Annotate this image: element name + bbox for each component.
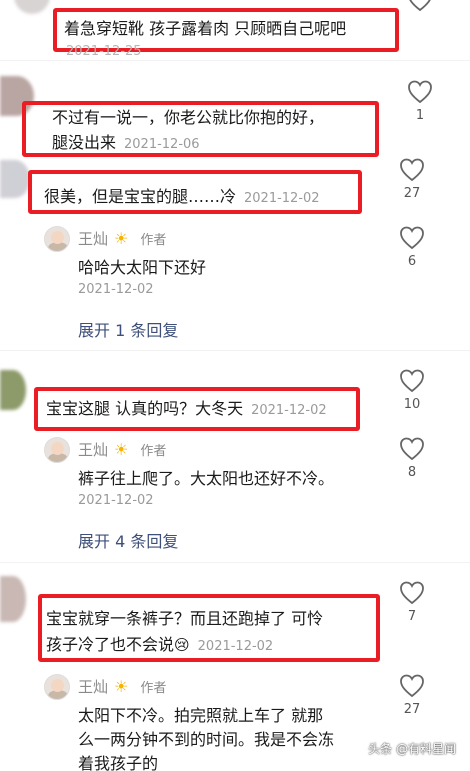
heart-icon — [409, 0, 431, 12]
heart-icon — [400, 158, 424, 182]
like-button[interactable]: 10 — [392, 369, 432, 412]
watermark: 头条 @有料星闻 — [368, 742, 456, 756]
author-avatar[interactable] — [44, 226, 70, 252]
comment-text: 很美，但是宝宝的腿……冷 2021-12-02 — [44, 185, 320, 211]
reply-text: 么一两分钟不到的时间。我是不会冻 — [78, 730, 335, 749]
comment-date: 2021-12-02 — [251, 403, 327, 418]
expand-replies-link[interactable]: 展开 4 条回复 — [78, 528, 178, 552]
comment-text-cont: 腿没出来 — [52, 133, 117, 152]
like-count: 6 — [407, 254, 417, 269]
expand-replies-link[interactable]: 展开 1 条回复 — [78, 317, 178, 341]
reply-author[interactable]: 王灿 ☀ 作者 — [78, 228, 166, 249]
like-count: 27 — [403, 186, 421, 201]
crying-emoji-icon: 😢 — [174, 636, 190, 654]
like-button[interactable]: 27 — [392, 674, 432, 717]
comment-text-body: 宝宝这腿 认真的吗？大冬天 — [46, 399, 244, 418]
reply-text: 着我孩子的 — [78, 754, 159, 771]
comment-date: 2021-12-02 — [197, 639, 274, 654]
comment-text: 孩子冷了也不会说😢 2021-12-02 — [46, 633, 273, 659]
reply-date: 2021-12-02 — [78, 282, 154, 297]
like-button[interactable]: 7 — [392, 581, 432, 624]
heart-icon — [400, 581, 424, 605]
like-button[interactable]: 1 — [400, 80, 440, 123]
like-count: 10 — [403, 397, 421, 412]
like-count: 7 — [407, 609, 417, 624]
author-badge: 作者 — [140, 681, 167, 696]
like-count: 27 — [403, 702, 421, 717]
sun-icon: ☀ — [114, 677, 129, 696]
author-name: 王灿 — [78, 441, 109, 459]
comment-date: 2021-12-02 — [244, 191, 320, 206]
divider — [0, 562, 470, 563]
comment-text: 宝宝就穿一条裤子？而且还跑掉了 可怜 — [46, 609, 324, 628]
reply-text: 太阳下不冷。拍完照就上车了 就那 — [78, 706, 324, 725]
reply-text: 裤子往上爬了。大太阳也还好不冷。 — [78, 469, 335, 488]
author-badge: 作者 — [140, 444, 167, 459]
comment-text-cont: 孩子冷了也不会说 — [46, 635, 175, 654]
like-button[interactable]: 6 — [392, 226, 432, 269]
reply-text: 哈哈大太阳下还好 — [78, 258, 207, 277]
like-count: 8 — [407, 465, 417, 480]
reply-date: 2021-12-02 — [78, 493, 154, 508]
like-button[interactable]: 8 — [392, 437, 432, 480]
comment-text: 不过有一说一，你老公就比你抱的好， — [52, 108, 325, 127]
author-name: 王灿 — [78, 230, 109, 248]
like-button[interactable]: 27 — [392, 158, 432, 201]
heart-icon — [400, 369, 424, 393]
author-name: 王灿 — [78, 678, 109, 696]
avatar[interactable] — [0, 370, 26, 410]
comment-text: 宝宝这腿 认真的吗？大冬天 2021-12-02 — [46, 397, 327, 423]
divider — [0, 60, 470, 61]
avatar[interactable] — [14, 0, 50, 14]
heart-icon — [400, 437, 424, 461]
reply-author[interactable]: 王灿 ☀ 作者 — [78, 676, 166, 697]
author-avatar[interactable] — [44, 674, 70, 700]
heart-icon — [400, 674, 424, 698]
like-button[interactable] — [400, 0, 440, 12]
author-avatar[interactable] — [44, 437, 70, 463]
comment-text: 腿没出来 2021-12-06 — [52, 131, 200, 157]
sun-icon: ☀ — [114, 440, 129, 459]
avatar[interactable] — [0, 160, 30, 198]
heart-icon — [400, 226, 424, 250]
reply-author[interactable]: 王灿 ☀ 作者 — [78, 439, 166, 460]
sun-icon: ☀ — [114, 229, 129, 248]
heart-icon — [408, 80, 432, 104]
comment-text-body: 很美，但是宝宝的腿……冷 — [44, 187, 237, 206]
comment-date: 2021-12-06 — [124, 137, 200, 152]
author-badge: 作者 — [140, 233, 167, 248]
avatar[interactable] — [0, 576, 26, 622]
divider — [0, 350, 470, 351]
like-count: 1 — [415, 108, 425, 123]
comment-text: 着急穿短靴 孩子露着肉 只顾晒自己呢吧 — [64, 19, 347, 38]
